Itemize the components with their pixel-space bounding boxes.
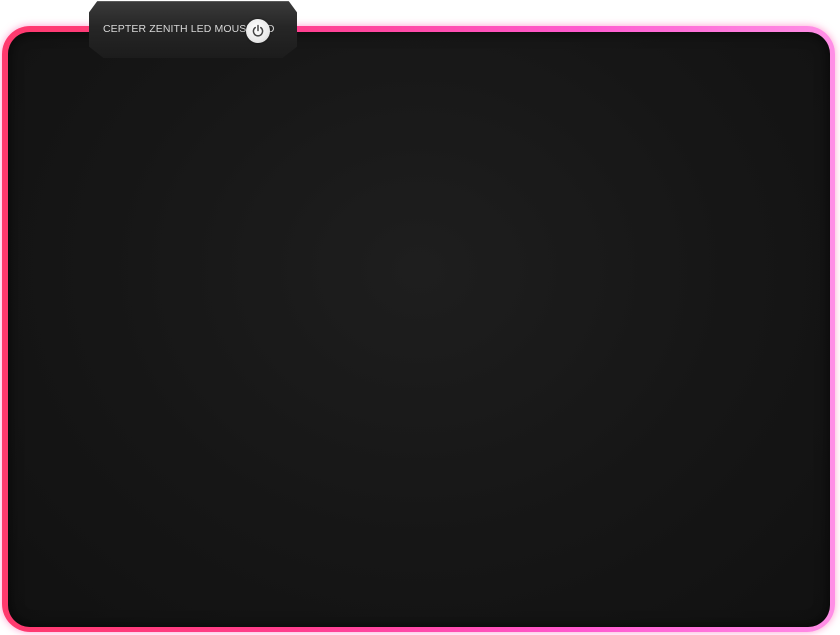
mousepad-surface xyxy=(8,32,830,627)
power-icon xyxy=(252,24,264,37)
product-photo: CEPTER ZENITH LED MOUSEPAD xyxy=(0,0,840,635)
power-button[interactable] xyxy=(246,19,270,43)
led-control-box: CEPTER ZENITH LED MOUSEPAD xyxy=(89,1,297,58)
